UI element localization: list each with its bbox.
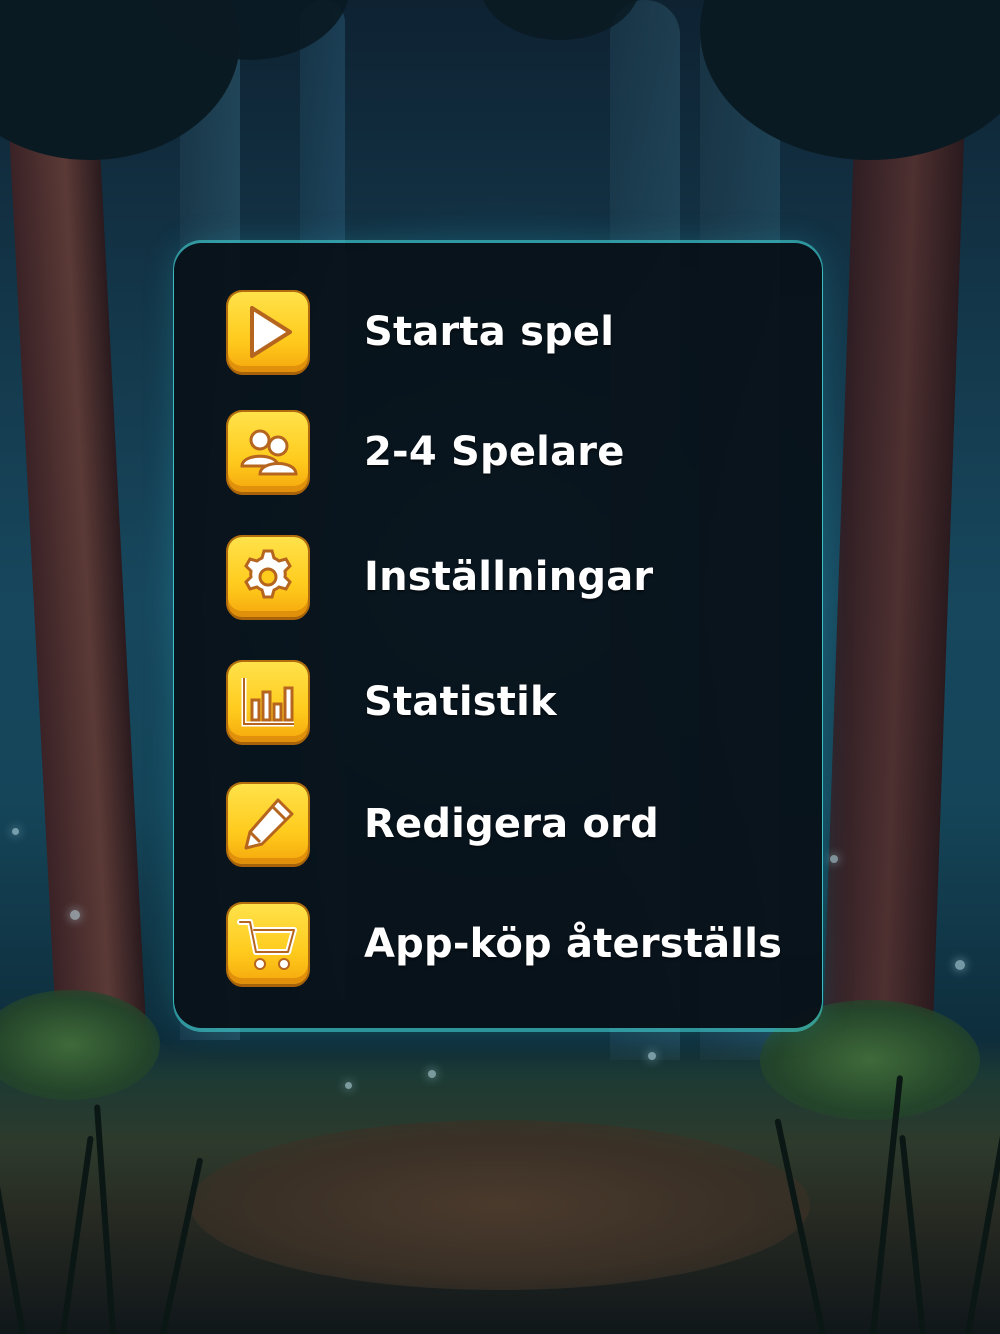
settings-label: Inställningar [364, 554, 654, 600]
firefly [12, 828, 19, 835]
start-game-button[interactable]: Starta spel [228, 290, 808, 374]
settings-button[interactable]: Inställningar [228, 535, 808, 619]
start-game-label: Starta spel [364, 309, 615, 355]
cart-icon [228, 904, 308, 984]
firefly [428, 1070, 436, 1078]
statistics-button[interactable]: Statistik [228, 660, 808, 744]
tree-trunk [821, 0, 969, 1080]
players-label: 2-4 Spelare [364, 429, 625, 475]
pencil-icon [228, 784, 308, 864]
dirt-path [190, 1120, 810, 1290]
players-button[interactable]: 2-4 Spelare [228, 410, 808, 494]
firefly [345, 1082, 352, 1089]
restore-purchases-label: App-köp återställs [364, 921, 783, 967]
firefly [648, 1052, 656, 1060]
statistics-label: Statistik [364, 679, 557, 725]
players-icon [228, 412, 308, 492]
gear-icon [228, 537, 308, 617]
firefly [955, 960, 965, 970]
restore-purchases-button[interactable]: App-köp återställs [228, 902, 808, 986]
play-icon [228, 292, 308, 372]
edit-words-label: Redigera ord [364, 801, 659, 847]
firefly [70, 910, 80, 920]
firefly [830, 855, 838, 863]
bar-chart-icon [228, 662, 308, 742]
edit-words-button[interactable]: Redigera ord [228, 782, 808, 866]
